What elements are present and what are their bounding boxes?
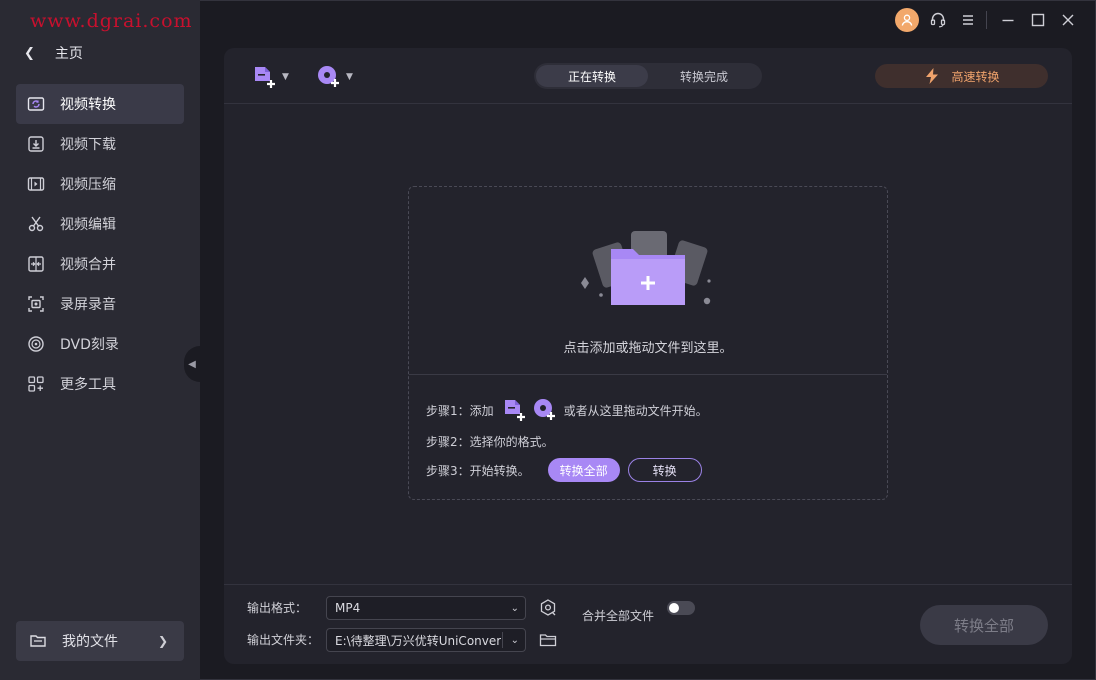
maximize-icon[interactable]: [1028, 10, 1048, 30]
lightning-icon: [926, 68, 939, 84]
tab-completed[interactable]: 转换完成: [648, 65, 760, 87]
drop-zone-top[interactable]: 点击添加或拖动文件到这里。: [409, 187, 887, 375]
output-folder-label: 输出文件夹：: [247, 633, 320, 647]
chevron-left-icon: ◀: [188, 358, 196, 370]
convert-step-button[interactable]: 转换: [627, 458, 702, 482]
fast-convert-button[interactable]: 高速转换: [875, 64, 1048, 88]
select-divider: [502, 632, 503, 648]
folder-icon: [28, 631, 48, 651]
my-files-label: 我的文件: [62, 634, 118, 650]
output-format-value: MP4: [335, 601, 361, 615]
panel-header: ▼ ▼ 正在转换 转换完成 高速转换: [224, 48, 1072, 104]
output-format-label: 输出格式：: [247, 601, 308, 615]
merge-files-label: 合并全部文件: [582, 609, 655, 623]
support-headset-icon[interactable]: [928, 10, 948, 30]
watermark: www.dgrai.com: [30, 10, 193, 32]
fast-convert-label: 高速转换: [951, 69, 1000, 84]
open-folder-icon[interactable]: [538, 630, 558, 650]
sidebar-item-video-compress[interactable]: 视频压缩: [16, 164, 184, 204]
sidebar-item-screen-record[interactable]: 录屏录音: [16, 284, 184, 324]
my-files-button[interactable]: 我的文件 ❯: [16, 621, 184, 661]
panel-footer: 输出格式： MP4 ⌄ 合并全部文件 输出文件夹： E:\待整理\万兴优转Uni…: [224, 584, 1072, 664]
add-dvd-icon[interactable]: [532, 397, 558, 423]
home-link[interactable]: ❮ 主页: [24, 42, 83, 64]
tab-converting[interactable]: 正在转换: [536, 65, 648, 87]
chevron-down-icon: ⌄: [510, 602, 519, 614]
output-format-select[interactable]: MP4 ⌄: [326, 596, 526, 620]
sidebar: www.dgrai.com ❮ 主页 视频转换 视频下载 视频压缩 视频编辑 视…: [0, 0, 200, 680]
step-3-text: 步骤3：开始转换。: [426, 463, 530, 478]
output-folder-value: E:\待整理\万兴优转UniConver: [335, 633, 501, 648]
chevron-left-icon: ❮: [24, 45, 35, 61]
chevron-down-icon: ▼: [346, 72, 353, 82]
sidebar-item-label: 录屏录音: [60, 297, 116, 313]
chevron-down-icon: ⌄: [510, 634, 519, 646]
minimize-icon[interactable]: [998, 10, 1018, 30]
format-settings-icon[interactable]: [538, 598, 558, 618]
sidebar-item-label: DVD刻录: [60, 337, 119, 353]
merge-files-toggle[interactable]: [667, 601, 695, 615]
home-label: 主页: [54, 46, 83, 62]
chevron-right-icon: ❯: [157, 634, 168, 648]
add-file-icon[interactable]: [502, 397, 528, 423]
step-2-text: 步骤2：选择你的格式。: [426, 435, 554, 449]
convert-all-button[interactable]: 转换全部: [920, 605, 1048, 645]
close-icon[interactable]: [1058, 10, 1078, 30]
merge-icon: [26, 254, 46, 274]
sidebar-item-label: 视频转换: [60, 97, 116, 113]
add-dvd-icon: [318, 66, 339, 87]
file-drop-zone[interactable]: 点击添加或拖动文件到这里。 步骤1：添加 或者从这里拖动文件开始。 步骤2：选择…: [408, 186, 888, 500]
chevron-down-icon: ▼: [282, 72, 289, 82]
step-3: 步骤3：开始转换。 转换全部 转换: [426, 458, 702, 482]
sidebar-item-video-edit[interactable]: 视频编辑: [16, 204, 184, 244]
grid-icon: [26, 374, 46, 394]
sidebar-item-label: 视频下载: [60, 137, 116, 153]
add-file-button[interactable]: ▼: [252, 64, 289, 90]
dvd-icon: [26, 334, 46, 354]
user-avatar[interactable]: [895, 8, 919, 32]
download-icon: [26, 134, 46, 154]
step-1-suffix: 或者从这里拖动文件开始。: [563, 403, 708, 418]
scissors-icon: [26, 214, 46, 234]
sidebar-item-label: 视频压缩: [60, 177, 116, 193]
video-convert-icon: [26, 94, 46, 114]
folder-add-illustration: [581, 231, 711, 305]
menu-icon[interactable]: [958, 10, 978, 30]
sidebar-item-more-tools[interactable]: 更多工具: [16, 364, 184, 404]
sidebar-item-label: 视频编辑: [60, 217, 116, 233]
step-2: 步骤2：选择你的格式。: [426, 433, 554, 450]
screen-record-icon: [26, 294, 46, 314]
sidebar-nav: 视频转换 视频下载 视频压缩 视频编辑 视频合并 录屏录音 DVD刻录 更多工具: [16, 84, 184, 404]
compress-icon: [26, 174, 46, 194]
convert-all-step-button[interactable]: 转换全部: [547, 458, 620, 482]
step-1: 步骤1：添加 或者从这里拖动文件开始。: [426, 397, 708, 423]
sidebar-item-video-download[interactable]: 视频下载: [16, 124, 184, 164]
step-1-prefix: 步骤1：添加: [426, 403, 494, 418]
status-tabs: 正在转换 转换完成: [534, 63, 762, 89]
user-icon: [901, 14, 913, 26]
add-file-icon: [255, 67, 275, 88]
sidebar-item-dvd-burn[interactable]: DVD刻录: [16, 324, 184, 364]
main-panel: ▼ ▼ 正在转换 转换完成 高速转换 点击添加或拖动文件到这里。 步骤1：添加 …: [224, 48, 1072, 664]
titlebar-separator: [986, 11, 987, 29]
toggle-knob: [669, 603, 679, 613]
sidebar-item-label: 视频合并: [60, 257, 116, 273]
sidebar-item-video-convert[interactable]: 视频转换: [16, 84, 184, 124]
sidebar-item-label: 更多工具: [60, 377, 116, 393]
sidebar-item-video-merge[interactable]: 视频合并: [16, 244, 184, 284]
add-dvd-button[interactable]: ▼: [316, 64, 353, 90]
output-folder-select[interactable]: E:\待整理\万兴优转UniConver ⌄: [326, 628, 526, 652]
drop-zone-hint: 点击添加或拖动文件到这里。: [563, 341, 733, 356]
